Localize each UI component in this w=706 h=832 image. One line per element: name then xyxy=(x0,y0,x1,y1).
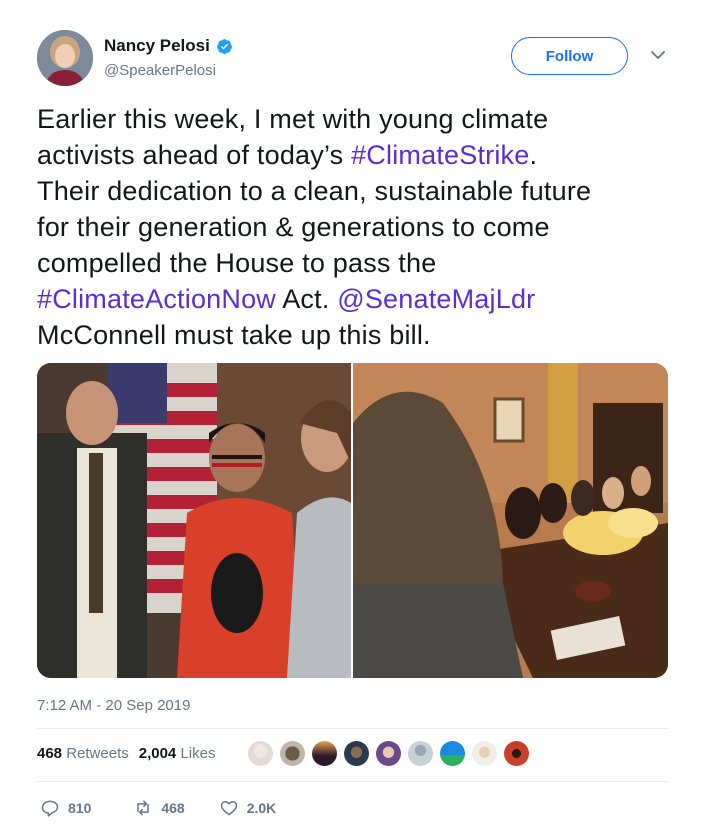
mention-link[interactable]: @SenateMajLdr xyxy=(337,284,535,314)
engagement-stats: 468 Retweets 2,004 Likes xyxy=(37,745,215,762)
tweet-text-segment: . xyxy=(529,140,538,170)
tweet-text-line: Earlier this week, I met with young clim… xyxy=(37,101,677,137)
liker-avatar[interactable] xyxy=(504,741,529,766)
author-name-row: Nancy Pelosi xyxy=(104,36,233,56)
photo-conference-table[interactable] xyxy=(353,363,668,678)
liker-avatar[interactable] xyxy=(472,741,497,766)
divider xyxy=(37,728,668,729)
liker-avatar[interactable] xyxy=(344,741,369,766)
like-button[interactable]: 2.0K xyxy=(219,798,277,818)
tweet-text-segment: Earlier this week, I met with young clim… xyxy=(37,104,549,134)
tweet-text-line: activists ahead of today’s #ClimateStrik… xyxy=(37,137,677,173)
retweet-button[interactable]: 468 xyxy=(133,798,185,818)
like-count: 2.0K xyxy=(246,800,277,816)
reply-count: 810 xyxy=(68,800,92,816)
tweet-text-segment: compelled the House to pass the xyxy=(37,248,437,278)
likes-stat[interactable]: 2,004 Likes xyxy=(139,745,216,762)
tweet-text-line: #ClimateActionNow Act. @SenateMajLdr xyxy=(37,281,677,317)
liker-avatar[interactable] xyxy=(280,741,305,766)
divider xyxy=(37,781,668,782)
liker-avatar[interactable] xyxy=(440,741,465,766)
heart-icon xyxy=(220,801,237,816)
liker-avatar[interactable] xyxy=(376,741,401,766)
tweet-text-line: for their generation & generations to co… xyxy=(37,209,677,245)
verified-badge-icon xyxy=(216,38,232,54)
reply-button[interactable]: 810 xyxy=(40,798,91,818)
tweet-text-segment: McConnell must take up this bill. xyxy=(37,320,431,350)
hashtag-link[interactable]: #ClimateActionNow xyxy=(37,284,276,314)
tweet-text-segment: Act. xyxy=(276,284,338,314)
author-avatar[interactable] xyxy=(37,30,93,86)
reply-icon xyxy=(41,800,59,817)
photo-activists-meeting[interactable] xyxy=(37,363,351,678)
hashtag-link[interactable]: #ClimateStrike xyxy=(351,140,529,170)
tweet-text-segment: activists ahead of today’s xyxy=(37,140,352,170)
author-display-name[interactable]: Nancy Pelosi xyxy=(104,36,210,56)
tweet-text-line: Their dedication to a clean, sustainable… xyxy=(37,173,677,209)
tweet-text-line: McConnell must take up this bill. xyxy=(37,317,677,353)
liker-avatars xyxy=(248,741,529,766)
tweet-text-segment: for their generation & generations to co… xyxy=(37,212,550,242)
liker-avatar[interactable] xyxy=(408,741,433,766)
tweet-actions: 810 468 2.0K xyxy=(40,798,276,818)
follow-button[interactable]: Follow xyxy=(511,37,628,75)
tweet-media[interactable] xyxy=(37,363,668,678)
tweet-timestamp[interactable]: 7:12 AM - 20 Sep 2019 xyxy=(37,697,190,714)
author-handle[interactable]: @SpeakerPelosi xyxy=(104,62,216,79)
tweet-text-segment: Their dedication to a clean, sustainable… xyxy=(37,176,592,206)
tweet-text-line: compelled the House to pass the xyxy=(37,245,677,281)
retweets-stat[interactable]: 468 Retweets xyxy=(37,745,129,762)
retweet-icon xyxy=(137,800,150,816)
retweet-count: 468 xyxy=(161,800,185,816)
tweet-card: Nancy Pelosi @SpeakerPelosi Follow Earli… xyxy=(0,0,706,832)
liker-avatar[interactable] xyxy=(248,741,273,766)
chevron-down-icon[interactable] xyxy=(650,50,666,60)
liker-avatar[interactable] xyxy=(312,741,337,766)
tweet-text: Earlier this week, I met with young clim… xyxy=(37,101,677,353)
